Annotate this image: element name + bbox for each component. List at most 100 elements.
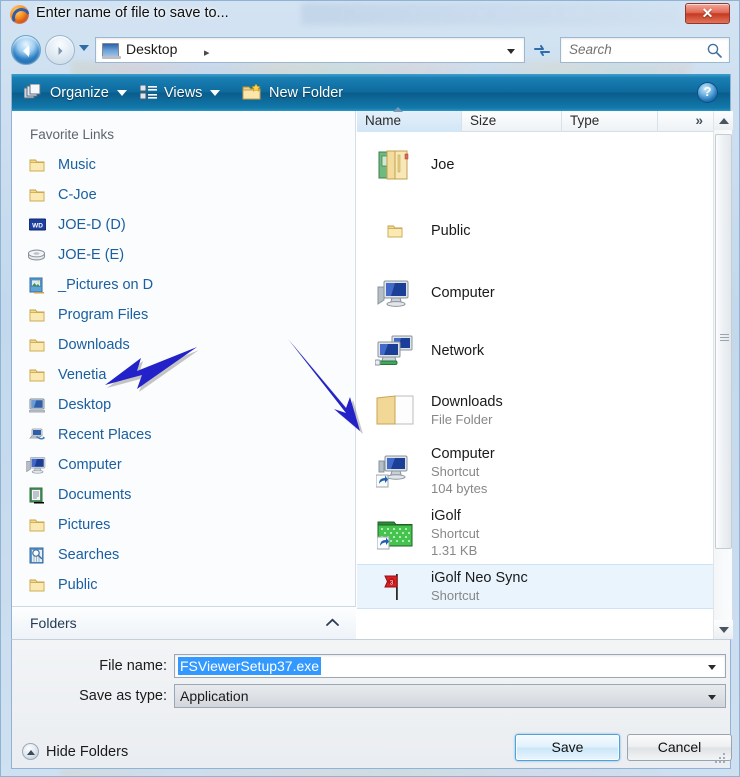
wd-drive-icon: WD	[28, 218, 46, 231]
back-button[interactable]	[11, 35, 41, 65]
column-header-type[interactable]: Type	[562, 111, 658, 132]
network-icon	[375, 335, 413, 366]
history-dropdown-icon[interactable]	[79, 45, 89, 51]
recent-places-icon	[26, 427, 48, 443]
column-header-name-label: Name	[365, 113, 402, 128]
sidebar-item-venetia[interactable]: Venetia	[12, 360, 356, 390]
table-row[interactable]: Public	[357, 198, 713, 264]
table-row[interactable]: Computer Shortcut 104 bytes	[357, 440, 713, 502]
column-header-row: Name Size Type »	[357, 107, 713, 132]
search-icon	[707, 43, 722, 58]
sidebar-item-pictures[interactable]: Pictures	[12, 510, 356, 540]
sidebar-item-documents[interactable]: Documents	[12, 480, 356, 510]
file-name-value: FSViewerSetup37.exe	[178, 657, 322, 675]
new-folder-button[interactable]: New Folder	[242, 74, 343, 111]
sidebar-item-music[interactable]: Music	[12, 150, 356, 180]
user-folder-icon	[378, 150, 409, 180]
views-icon	[140, 85, 157, 100]
folder-icon	[26, 517, 48, 533]
save-as-type-label: Save as type:	[79, 688, 167, 704]
file-name: Public	[431, 223, 471, 239]
dialog-footer: File name: FSViewerSetup37.exe Save as t…	[11, 639, 732, 769]
file-list-scrollbar[interactable]	[713, 111, 733, 639]
organize-icon	[24, 84, 43, 101]
sidebar-item-pictures-on-d[interactable]: _Pictures on D	[12, 270, 356, 300]
folder-icon	[29, 519, 45, 532]
search-input[interactable]: Search	[560, 37, 730, 63]
column-header-name[interactable]: Name	[357, 107, 462, 132]
computer-shortcut-icon	[376, 455, 408, 487]
firefox-icon	[10, 5, 29, 24]
computer-icon	[26, 457, 46, 474]
dialog-title: Enter name of file to save to...	[36, 5, 229, 21]
table-row[interactable]: Network	[357, 322, 713, 380]
help-button[interactable]: ?	[697, 82, 718, 103]
address-crumb-desktop[interactable]: Desktop	[126, 41, 177, 57]
save-button[interactable]: Save	[515, 734, 620, 761]
refresh-button[interactable]	[530, 37, 554, 63]
table-row[interactable]: 3 iGolf Neo Sync Shortcut	[357, 564, 713, 609]
file-name-label: File name:	[99, 658, 167, 674]
sidebar-item-label: C-Joe	[58, 187, 97, 203]
organize-button[interactable]: Organize	[24, 74, 127, 111]
sidebar-item-desktop[interactable]: Desktop	[12, 390, 356, 420]
file-rows: Joe Public Computer Network Downloads File Fo…	[357, 132, 713, 639]
folder-icon	[26, 337, 48, 353]
sidebar-item-public[interactable]: Public	[12, 570, 356, 600]
scroll-down-button[interactable]	[714, 620, 733, 639]
address-bar[interactable]: Desktop ▸	[95, 37, 525, 63]
file-type: Shortcut	[431, 588, 480, 603]
hide-folders-button[interactable]: Hide Folders	[22, 743, 128, 760]
computer-icon	[369, 278, 421, 308]
sidebar-item-computer[interactable]: Computer	[12, 450, 356, 480]
column-header-more[interactable]: »	[658, 111, 712, 132]
file-name-input[interactable]: FSViewerSetup37.exe	[174, 654, 726, 678]
sidebar-item-joe-d-d[interactable]: WD JOE-D (D)	[12, 210, 356, 240]
file-name: iGolf	[431, 508, 461, 524]
folder-icon	[29, 369, 45, 382]
chevron-down-icon[interactable]	[708, 695, 716, 700]
column-header-type-label: Type	[570, 113, 600, 128]
scroll-up-button[interactable]	[714, 111, 733, 130]
scrollbar-thumb[interactable]	[715, 134, 732, 549]
file-name: Computer	[431, 446, 495, 462]
views-button[interactable]: Views	[140, 74, 221, 111]
sidebar-item-label: Music	[58, 157, 96, 173]
sidebar-item-recent-places[interactable]: Recent Places	[12, 420, 356, 450]
file-row-meta: Computer Shortcut 104 bytes	[431, 445, 495, 497]
file-size: 104 bytes	[431, 481, 488, 496]
column-header-more-label: »	[695, 113, 703, 128]
folders-expander[interactable]: Folders	[12, 606, 356, 639]
breadcrumb-separator-icon: ▸	[204, 47, 210, 59]
toolbar: Organize Views New Folder ?	[11, 74, 731, 111]
new-folder-icon	[242, 84, 262, 101]
save-as-type-select[interactable]: Application	[174, 684, 726, 708]
scroll-up-icon	[719, 118, 729, 124]
searches-icon	[26, 547, 48, 564]
hide-folders-label: Hide Folders	[46, 743, 129, 760]
folder-icon	[29, 189, 45, 202]
sidebar-item-c-joe[interactable]: C-Joe	[12, 180, 356, 210]
address-dropdown-icon[interactable]	[507, 49, 515, 54]
desktop-icon	[102, 43, 121, 59]
column-header-size[interactable]: Size	[462, 111, 562, 132]
resize-grip-icon[interactable]	[714, 753, 727, 766]
sidebar-item-label: Public	[58, 577, 98, 593]
sidebar-item-downloads[interactable]: Downloads	[12, 330, 356, 360]
file-row-meta: Network	[431, 342, 484, 360]
forward-button[interactable]	[45, 35, 75, 65]
sidebar-item-searches[interactable]: Searches	[12, 540, 356, 570]
new-folder-label: New Folder	[269, 84, 344, 101]
table-row[interactable]: Downloads File Folder	[357, 380, 713, 440]
forward-arrow-icon	[58, 47, 63, 55]
sidebar-item-joe-e-e[interactable]: JOE-E (E)	[12, 240, 356, 270]
table-row[interactable]: Joe	[357, 132, 713, 198]
file-type: Shortcut	[431, 464, 480, 479]
table-row[interactable]: Computer	[357, 264, 713, 322]
sidebar-item-label: Recent Places	[58, 427, 152, 443]
close-button[interactable]: ✕	[685, 3, 730, 24]
table-row[interactable]: iGolf Shortcut 1.31 KB	[357, 502, 713, 564]
folder-icon	[26, 187, 48, 203]
sidebar-item-program-files[interactable]: Program Files	[12, 300, 356, 330]
chevron-down-icon[interactable]	[708, 665, 716, 670]
